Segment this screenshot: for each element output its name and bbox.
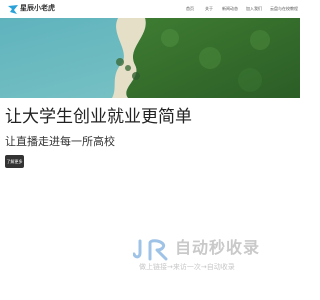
nav-cloud[interactable]: 云盘与在校教程 <box>270 6 298 12</box>
hero-headline: 让大学生创业就业更简单 <box>5 107 192 127</box>
watermark-title: 自动秒收录 <box>175 238 261 257</box>
hero-banner <box>0 18 300 98</box>
watermark: 自动秒收录 做上链接→来访一次→自动收录 <box>133 238 281 276</box>
watermark-subtitle: 做上链接→来访一次→自动收录 <box>139 263 235 271</box>
nav-home[interactable]: 首页 <box>186 6 194 12</box>
nav-join[interactable]: 加入我们 <box>246 6 262 12</box>
jr-logo-icon <box>133 239 168 261</box>
site-header: 星辰小老虎 首页 关于 新闻动态 加入我们 云盘与在校教程 <box>0 0 300 18</box>
nav-news[interactable]: 新闻动态 <box>222 6 238 12</box>
learn-more-button[interactable]: 了解更多 <box>5 155 24 168</box>
nav-about[interactable]: 关于 <box>205 6 213 12</box>
hero-subhead: 让直播走进每一所高校 <box>5 135 115 148</box>
hero-image <box>0 18 300 98</box>
brand-name[interactable]: 星辰小老虎 <box>20 4 55 13</box>
logo-icon[interactable] <box>7 4 19 15</box>
